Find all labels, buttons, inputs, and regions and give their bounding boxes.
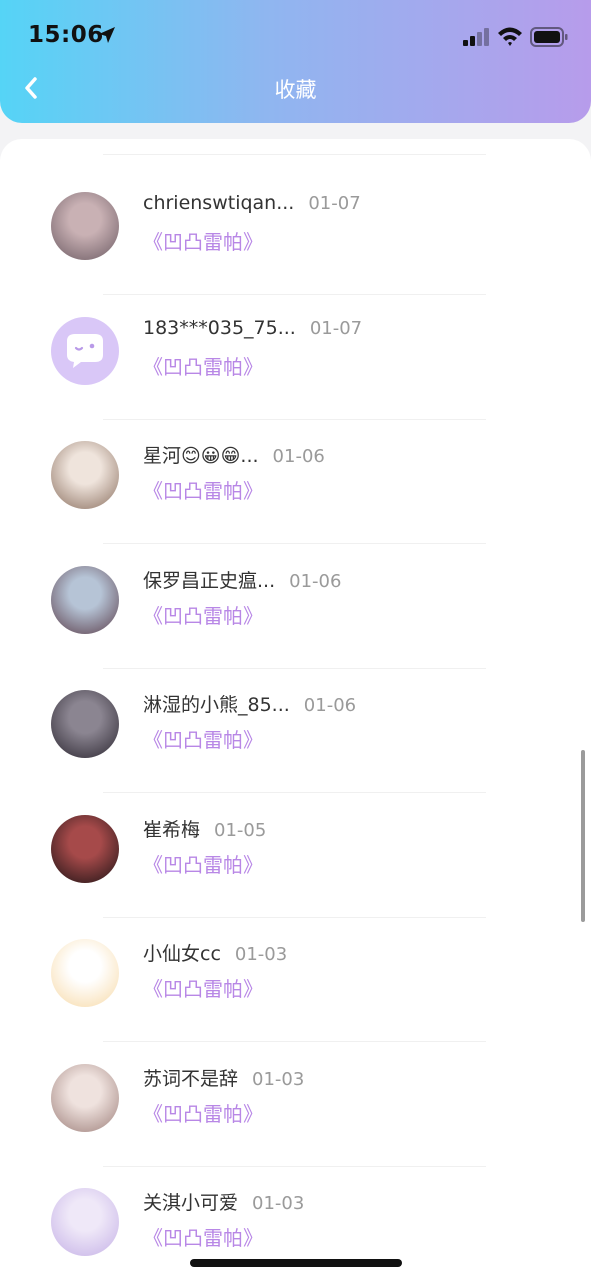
user-name: 星河😊😀😁... 01-06 [143,441,325,468]
wifi-icon [498,27,522,46]
divider [103,154,486,155]
book-title-link[interactable]: 《凹凸雷帕》 [143,600,263,629]
user-name: 关淇小可爱 01-03 [143,1188,304,1215]
status-time: 15:06 [28,22,104,48]
favorite-date: 01-03 [234,944,288,965]
favorite-date: 01-03 [252,1068,305,1090]
avatar[interactable] [51,441,119,509]
user-name: 小仙女cc 01-03 [143,939,287,966]
chat-bubble-avatar-icon[interactable] [51,316,119,385]
avatar[interactable] [51,814,119,883]
book-title-link[interactable]: 《凹凸雷帕》 [143,475,263,504]
list-item[interactable]: 星河😊😀😁... 01-06 《凹凸雷帕》 [0,420,591,544]
user-name-text: 星河😊😀😁... [143,445,259,467]
list-item[interactable]: 崔希梅 01-05 《凹凸雷帕》 [0,794,591,918]
location-arrow-icon [99,27,115,43]
page-title: 收藏 [274,78,317,102]
avatar[interactable] [51,565,119,634]
book-title-link[interactable]: 《凹凸雷帕》 [143,724,263,753]
list-item[interactable]: chrienswtiqan... 01-07 《凹凸雷帕》 [0,171,591,295]
book-title-link[interactable]: 《凹凸雷帕》 [143,849,263,878]
list-item[interactable]: 淋湿的小熊_85... 01-06 《凹凸雷帕》 [0,669,591,793]
battery-icon [530,27,568,47]
favorite-date: 01-06 [272,446,325,467]
user-name: 淋湿的小熊_85... 01-06 [143,690,356,717]
user-name-text: 保罗昌正史瘟... [143,569,276,592]
avatar[interactable] [51,192,119,260]
favorite-date: 01-07 [308,193,361,214]
user-name-text: 崔希梅 [143,818,201,841]
user-name: 183***035_75... 01-07 [143,317,362,339]
avatar[interactable] [51,1063,119,1132]
avatar[interactable] [51,690,119,758]
list-item[interactable]: 苏词不是辞 01-03 《凹凸雷帕》 [0,1043,591,1167]
user-name-text: 小仙女cc [143,943,221,965]
user-name-text: 淋湿的小熊_85... [143,694,290,716]
book-title-link[interactable]: 《凹凸雷帕》 [143,226,263,255]
signal-icon [463,28,489,46]
book-title-link[interactable]: 《凹凸雷帕》 [143,973,263,1002]
avatar[interactable] [51,1188,119,1256]
user-name-text: 183***035_75... [143,316,296,339]
home-indicator[interactable] [190,1259,402,1267]
avatar[interactable] [51,939,119,1007]
book-title-link[interactable]: 《凹凸雷帕》 [143,1222,263,1251]
book-title-link[interactable]: 《凹凸雷帕》 [143,351,263,380]
user-name: 崔希梅 01-05 [143,815,266,842]
book-title-link[interactable]: 《凹凸雷帕》 [143,1098,263,1127]
list-item[interactable]: 小仙女cc 01-03 《凹凸雷帕》 [0,918,591,1042]
user-name-text: 苏词不是辞 [143,1067,239,1090]
favorite-date: 01-05 [214,819,267,841]
scrollbar[interactable] [581,750,585,922]
favorites-list: chrienswtiqan... 01-07 《凹凸雷帕》 183***035_75.… [0,139,591,1280]
favorite-date: 01-03 [252,1193,305,1214]
user-name: chrienswtiqan... 01-07 [143,192,361,214]
user-name-text: chrienswtiqan... [143,192,295,214]
favorite-date: 01-06 [303,695,357,716]
list-item[interactable]: 保罗昌正史瘟... 01-06 《凹凸雷帕》 [0,545,591,669]
user-name: 保罗昌正史瘟... 01-06 [143,566,341,593]
favorite-date: 01-06 [289,570,342,592]
user-name: 苏词不是辞 01-03 [143,1064,304,1091]
favorite-date: 01-07 [309,317,363,339]
header-bar: 15:06 收藏 [0,0,591,123]
list-item[interactable]: 183***035_75... 01-07 《凹凸雷帕》 [0,296,591,420]
user-name-text: 关淇小可爱 [143,1192,239,1214]
